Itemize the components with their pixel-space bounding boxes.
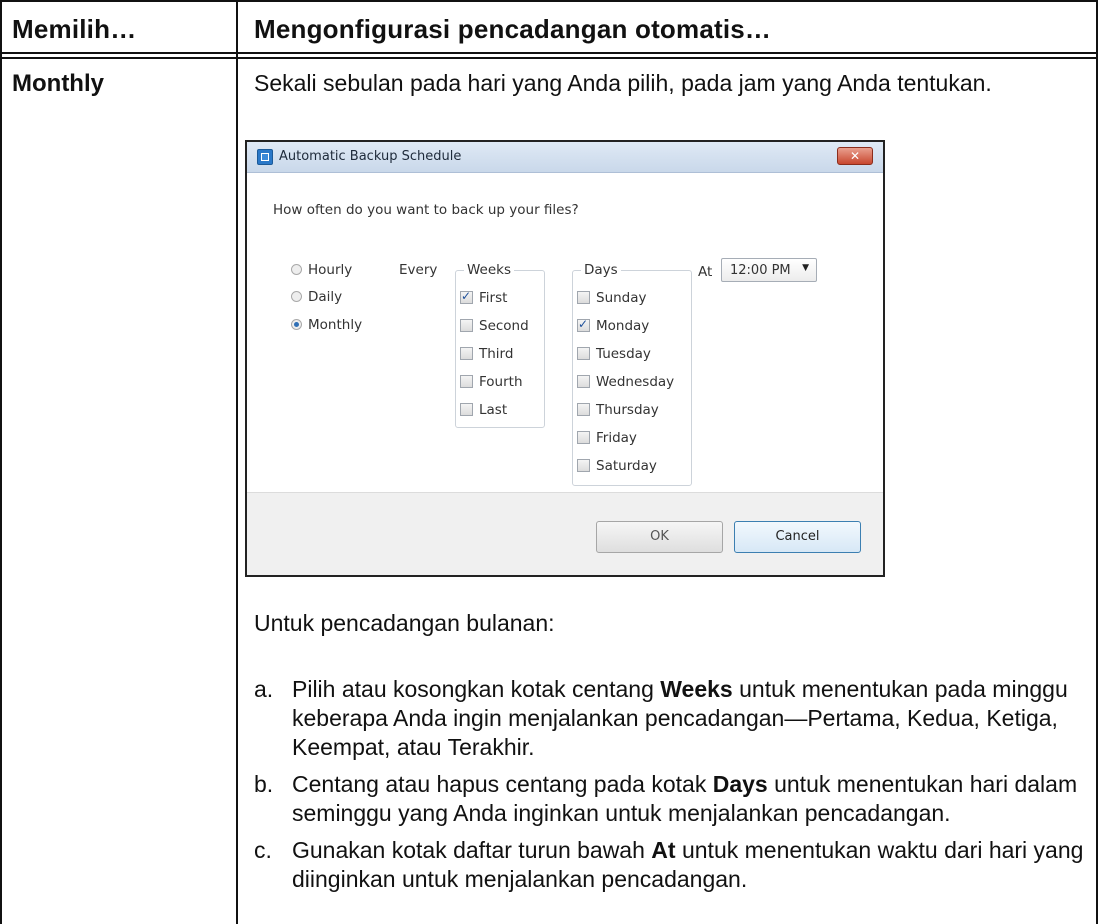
checkbox-icon — [577, 459, 590, 472]
day-sunday-checkbox[interactable]: Sunday — [577, 290, 647, 306]
close-button[interactable]: ✕ — [837, 147, 873, 165]
checkbox-label: Thursday — [596, 402, 659, 418]
steps-list: a. Pilih atau kosongkan kotak centang We… — [254, 675, 1094, 902]
every-label: Every — [399, 262, 438, 278]
dialog-footer: OK Cancel — [247, 492, 883, 575]
checkbox-icon — [460, 347, 473, 360]
checkbox-label: Wednesday — [596, 374, 675, 390]
at-label: At — [698, 264, 713, 280]
chevron-down-icon: ▼ — [802, 263, 809, 273]
dialog-title: Automatic Backup Schedule — [279, 149, 462, 164]
day-friday-checkbox[interactable]: Friday — [577, 430, 637, 446]
calendar-app-icon — [257, 149, 273, 165]
step-text-pre: Centang atau hapus centang pada kotak — [292, 771, 713, 797]
day-thursday-checkbox[interactable]: Thursday — [577, 402, 659, 418]
step-letter: a. — [254, 676, 274, 702]
radio-label: Daily — [308, 289, 343, 305]
checkbox-label: Friday — [596, 430, 637, 446]
weeks-group: Weeks First Second Third Fourth Last — [455, 262, 545, 428]
table-left-border — [0, 0, 2, 924]
day-monday-checkbox[interactable]: Monday — [577, 317, 650, 334]
radio-icon — [291, 264, 302, 275]
step-text-bold: Days — [712, 771, 768, 797]
checkbox-icon — [577, 403, 590, 416]
days-group-label: Days — [581, 262, 621, 278]
weeks-group-label: Weeks — [464, 262, 515, 278]
day-wednesday-checkbox[interactable]: Wednesday — [577, 374, 674, 390]
checkbox-icon — [577, 431, 590, 444]
checkbox-icon — [577, 347, 590, 360]
header-choose: Memilih… — [12, 14, 137, 44]
cancel-button[interactable]: Cancel — [734, 521, 861, 553]
checkbox-label: Sunday — [596, 290, 647, 306]
monthly-intro: Untuk pencadangan bulanan: — [254, 610, 555, 636]
checkbox-label: Fourth — [479, 374, 523, 390]
week-first-checkbox[interactable]: First — [460, 289, 508, 306]
radio-hourly[interactable]: Hourly — [291, 262, 352, 278]
checkbox-label: Last — [479, 402, 508, 418]
header-divider-bottom — [0, 57, 1098, 59]
days-group: Days Sunday Monday Tuesday Wednesday Thu… — [572, 262, 692, 486]
step-text-bold: Weeks — [660, 676, 733, 702]
week-third-checkbox[interactable]: Third — [460, 346, 513, 362]
list-item: a. Pilih atau kosongkan kotak centang We… — [254, 675, 1094, 762]
radio-label: Hourly — [308, 262, 353, 278]
row-label-monthly: Monthly — [12, 70, 104, 97]
checkbox-icon — [577, 291, 590, 304]
radio-icon — [291, 291, 302, 302]
checkbox-checked-icon — [460, 289, 473, 304]
step-letter: c. — [254, 837, 272, 863]
week-second-checkbox[interactable]: Second — [460, 318, 529, 334]
checkbox-icon — [460, 319, 473, 332]
list-item: b. Centang atau hapus centang pada kotak… — [254, 770, 1094, 828]
column-divider — [236, 0, 238, 924]
header-configure: Mengonfigurasi pencadangan otomatis… — [254, 14, 772, 44]
config-table: Memilih… Mengonfigurasi pencadangan otom… — [0, 0, 1098, 924]
radio-daily[interactable]: Daily — [291, 289, 342, 305]
step-text-pre: Pilih atau kosongkan kotak centang — [292, 676, 661, 702]
step-text-bold: At — [651, 837, 676, 863]
table-top-border — [0, 0, 1098, 2]
checkbox-icon — [460, 375, 473, 388]
checkbox-icon — [460, 403, 473, 416]
week-fourth-checkbox[interactable]: Fourth — [460, 374, 523, 390]
checkbox-icon — [577, 375, 590, 388]
time-dropdown[interactable]: 12:00 PM ▼ — [721, 258, 817, 282]
radio-label: Monthly — [308, 317, 363, 333]
radio-selected-icon — [291, 319, 302, 330]
list-item: c. Gunakan kotak daftar turun bawah At u… — [254, 836, 1094, 894]
step-letter: b. — [254, 771, 274, 797]
checkbox-label: Second — [479, 318, 529, 334]
checkbox-checked-icon — [577, 317, 590, 332]
time-value: 12:00 PM — [730, 263, 791, 278]
radio-monthly[interactable]: Monthly — [291, 317, 362, 333]
checkbox-label: Saturday — [596, 458, 657, 474]
week-last-checkbox[interactable]: Last — [460, 402, 507, 418]
day-saturday-checkbox[interactable]: Saturday — [577, 458, 657, 474]
checkbox-label: Tuesday — [596, 346, 651, 362]
day-tuesday-checkbox[interactable]: Tuesday — [577, 346, 651, 362]
ok-button[interactable]: OK — [596, 521, 723, 553]
frequency-question: How often do you want to back up your fi… — [273, 202, 579, 218]
row-description: Sekali sebulan pada hari yang Anda pilih… — [254, 70, 992, 96]
checkbox-label: Third — [479, 346, 514, 362]
checkbox-label: Monday — [596, 318, 650, 334]
header-divider-top — [0, 52, 1098, 54]
dialog-titlebar: Automatic Backup Schedule ✕ — [247, 142, 883, 173]
checkbox-label: First — [479, 290, 508, 306]
step-text-pre: Gunakan kotak daftar turun bawah — [292, 837, 652, 863]
backup-schedule-dialog: Automatic Backup Schedule ✕ How often do… — [245, 140, 885, 577]
